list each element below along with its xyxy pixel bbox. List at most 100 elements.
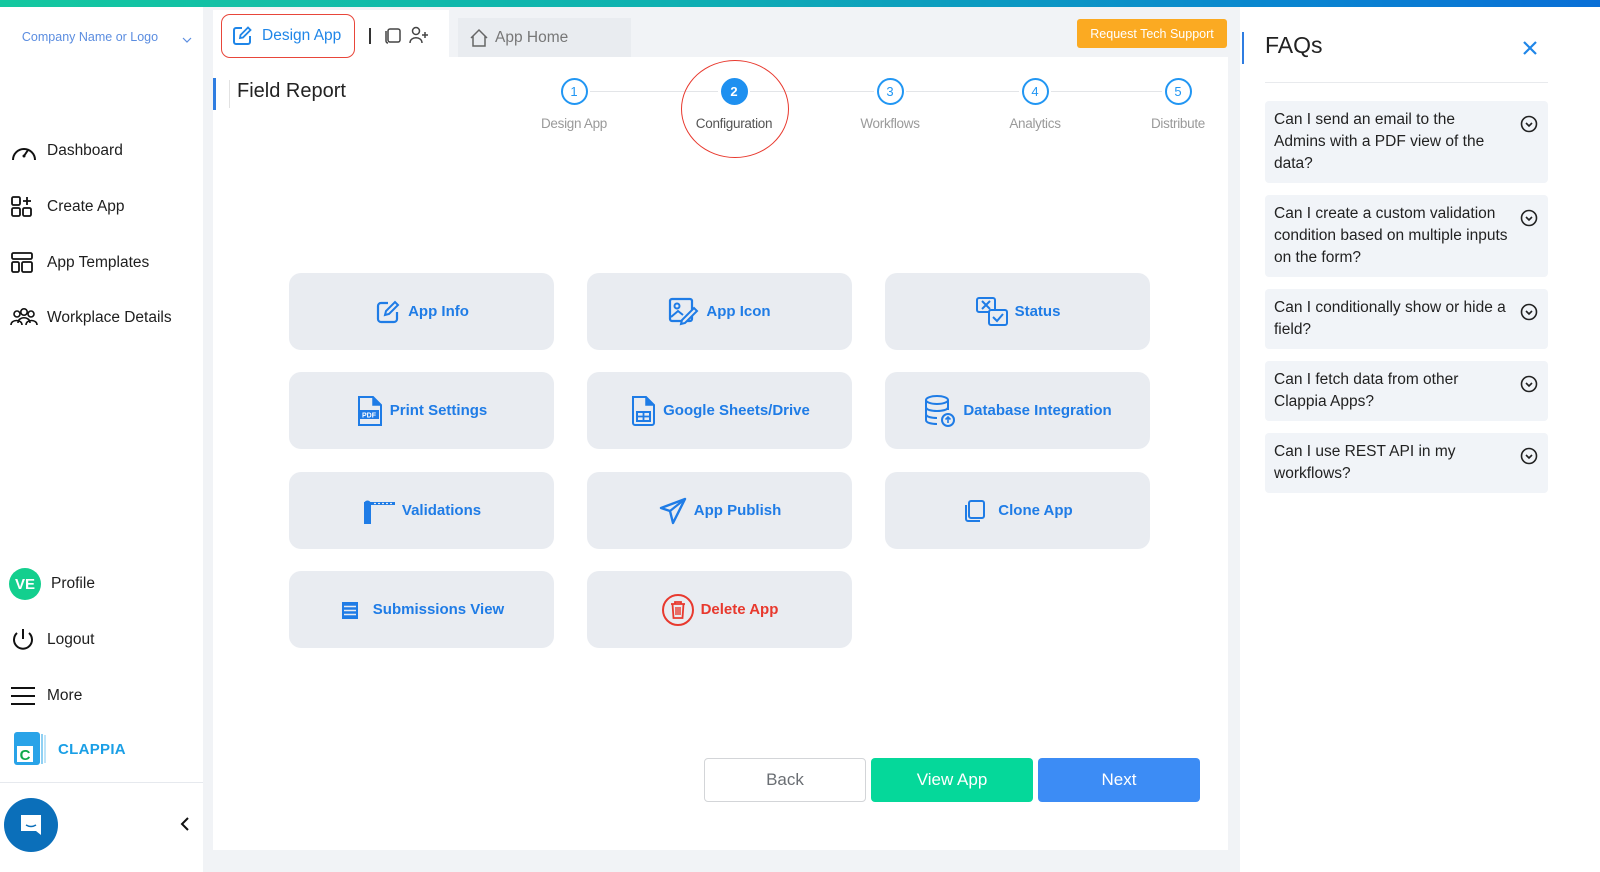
sidebar-item-label: Create App xyxy=(47,198,125,215)
list-icon xyxy=(341,601,358,619)
tab-home-label: App Home xyxy=(495,28,569,46)
image-edit-icon xyxy=(669,297,699,325)
tile-label: Submissions View xyxy=(372,601,505,618)
top-accent-bar xyxy=(0,0,1600,7)
faq-question: Can I use REST API in my workflows? xyxy=(1274,443,1456,482)
step-number: 3 xyxy=(876,78,904,105)
tile-label: App Icon xyxy=(706,303,771,320)
faq-question: Can I create a custom validation conditi… xyxy=(1274,205,1508,266)
tile-submissions-view[interactable]: Submissions View xyxy=(289,571,554,648)
tile-database-integration[interactable]: Database Integration xyxy=(885,372,1150,449)
tab-design-label: Design App xyxy=(262,27,342,44)
tab-design-app[interactable]: Design App xyxy=(221,14,355,58)
avatar: VE xyxy=(9,568,41,600)
sidebar-item-app-templates[interactable]: App Templates xyxy=(9,248,149,278)
step-label: Distribute xyxy=(1150,116,1206,131)
step-design-app[interactable]: 1 Design App xyxy=(514,78,634,131)
sidebar-item-label: Profile xyxy=(51,575,95,592)
chat-icon xyxy=(21,815,41,835)
edit-icon xyxy=(376,300,400,323)
collapse-sidebar-icon[interactable] xyxy=(176,814,194,834)
edit-icon xyxy=(233,26,252,45)
tile-print-settings[interactable]: PDF Print Settings xyxy=(289,372,554,449)
svg-text:PDF: PDF xyxy=(362,412,377,419)
sidebar-item-more[interactable]: More xyxy=(9,681,82,711)
tile-delete-app[interactable]: Delete App xyxy=(587,571,852,648)
faq-title: FAQs xyxy=(1265,32,1323,58)
tile-app-publish[interactable]: App Publish xyxy=(587,472,852,549)
company-name[interactable]: Company Name or Logo xyxy=(20,26,160,49)
chat-button[interactable] xyxy=(4,798,58,852)
request-tech-support-button[interactable]: Request Tech Support xyxy=(1077,19,1227,48)
tile-validations[interactable]: Validations xyxy=(289,472,554,549)
sidebar-item-workplace-details[interactable]: Workplace Details xyxy=(9,303,172,333)
faq-item[interactable]: Can I fetch data from other Clappia Apps… xyxy=(1265,361,1548,421)
tile-label: Validations xyxy=(401,502,482,519)
step-workflows[interactable]: 3 Workflows xyxy=(830,78,950,131)
faq-question: Can I send an email to the Admins with a… xyxy=(1274,111,1485,172)
title-separator xyxy=(229,80,230,108)
copy-icon[interactable] xyxy=(384,26,402,44)
step-label: Design App xyxy=(540,116,608,131)
tile-status[interactable]: Status xyxy=(885,273,1150,350)
trash-icon xyxy=(661,593,694,626)
templates-icon xyxy=(9,250,39,276)
sidebar-item-logout[interactable]: Logout xyxy=(9,625,94,655)
sidebar-item-label: Workplace Details xyxy=(47,309,172,326)
page-title: Field Report xyxy=(237,80,346,102)
tile-label: App Info xyxy=(408,303,469,320)
faq-item[interactable]: Can I use REST API in my workflows? xyxy=(1265,433,1548,493)
title-accent xyxy=(213,78,216,110)
menu-icon xyxy=(9,683,39,709)
power-icon xyxy=(9,627,39,653)
sidebar-item-label: Dashboard xyxy=(47,142,123,159)
clappia-logo-icon: C xyxy=(14,732,46,765)
sheet-icon xyxy=(632,395,656,426)
add-user-icon[interactable] xyxy=(408,26,430,44)
step-label: Workflows xyxy=(860,116,920,131)
faq-divider xyxy=(1265,82,1548,83)
sidebar-divider xyxy=(0,782,203,783)
sidebar-item-label: Logout xyxy=(47,631,95,648)
chevron-down-circle-icon xyxy=(1520,115,1538,133)
faq-item[interactable]: Can I create a custom validation conditi… xyxy=(1265,195,1548,277)
faq-question: Can I conditionally show or hide a field… xyxy=(1274,299,1506,338)
tile-label: Database Integration xyxy=(963,402,1112,419)
tile-app-info[interactable]: App Info xyxy=(289,273,554,350)
sidebar-item-create-app[interactable]: Create App xyxy=(9,192,125,222)
tile-app-icon[interactable]: App Icon xyxy=(587,273,852,350)
tile-label: Print Settings xyxy=(389,402,488,419)
chevron-down-circle-icon xyxy=(1520,209,1538,227)
status-icon xyxy=(975,296,1008,326)
chevron-down-circle-icon xyxy=(1520,375,1538,393)
sidebar-item-label: App Templates xyxy=(47,254,150,271)
tile-label: App Publish xyxy=(693,502,782,519)
faq-item[interactable]: Can I conditionally show or hide a field… xyxy=(1265,289,1548,349)
view-app-button[interactable]: View App xyxy=(871,758,1033,802)
pdf-icon: PDF xyxy=(357,395,382,426)
main-card xyxy=(213,57,1228,850)
users-icon xyxy=(9,305,39,331)
back-button[interactable]: Back xyxy=(704,758,866,802)
tab-app-home[interactable]: App Home xyxy=(458,18,631,57)
step-distribute[interactable]: 5 Distribute xyxy=(1118,78,1238,131)
tile-google-sheets-drive[interactable]: Google Sheets/Drive xyxy=(587,372,852,449)
chevron-down-icon[interactable] xyxy=(181,34,193,46)
next-button[interactable]: Next xyxy=(1038,758,1200,802)
step-number: 1 xyxy=(560,78,588,105)
brand-name: CLAPPIA xyxy=(58,740,126,758)
gauge-icon xyxy=(9,138,39,164)
tile-label: Delete App xyxy=(700,601,779,618)
sidebar-item-dashboard[interactable]: Dashboard xyxy=(9,136,123,166)
home-icon xyxy=(470,28,488,47)
faq-item[interactable]: Can I send an email to the Admins with a… xyxy=(1265,101,1548,183)
tile-clone-app[interactable]: Clone App xyxy=(885,472,1150,549)
tile-label: Google Sheets/Drive xyxy=(663,402,810,419)
step-analytics[interactable]: 4 Analytics xyxy=(975,78,1095,131)
step-number: 5 xyxy=(1164,78,1192,105)
tile-label: Status xyxy=(1014,303,1061,320)
faq-accent xyxy=(1242,32,1244,64)
sidebar-item-profile[interactable]: VE Profile xyxy=(9,568,95,600)
step-number: 4 xyxy=(1021,78,1049,105)
close-icon[interactable] xyxy=(1522,40,1538,56)
